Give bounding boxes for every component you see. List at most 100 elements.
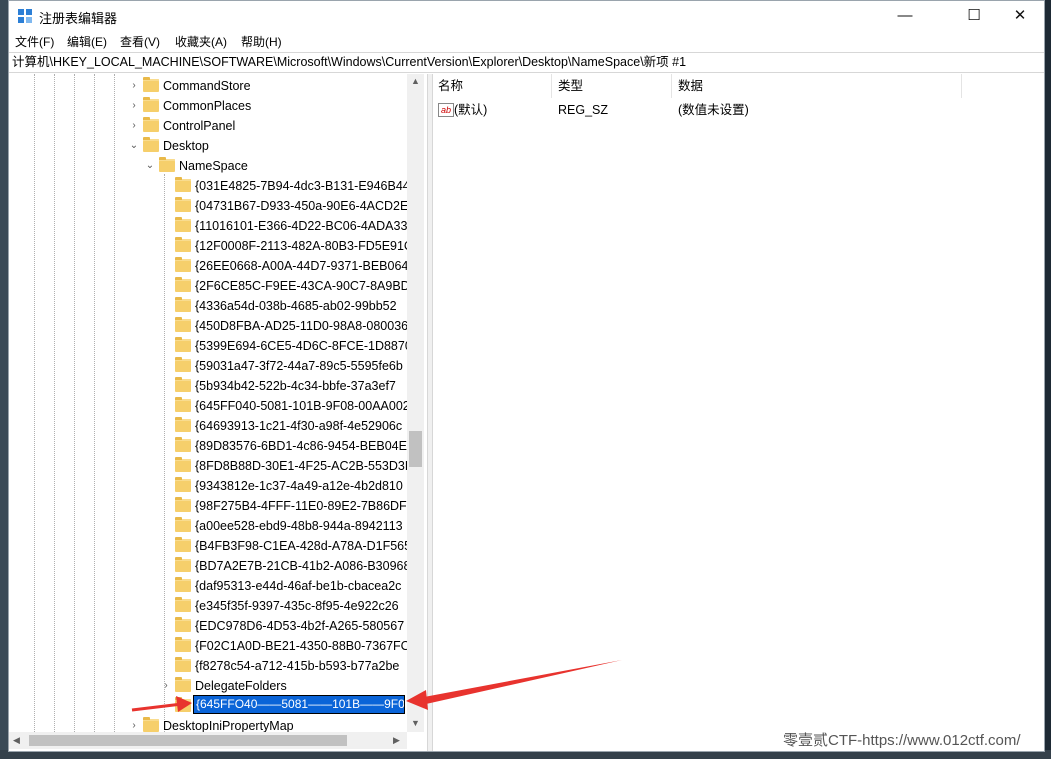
- tree-item-label: {11016101-E366-4D22-BC06-4ADA33: [195, 219, 408, 233]
- chevron-right-icon[interactable]: ›: [129, 76, 139, 96]
- tree-item-label: {64693913-1c21-4f30-a98f-4e52906c: [195, 419, 403, 433]
- folder-icon: [175, 657, 191, 672]
- scroll-left-arrow-icon[interactable]: ◀: [13, 735, 20, 746]
- folder-icon: [175, 517, 191, 532]
- scroll-up-arrow-icon[interactable]: ▲: [411, 76, 420, 86]
- folder-icon: [175, 357, 191, 372]
- folder-icon: [175, 457, 191, 472]
- tree-item-label: CommonPlaces: [163, 99, 252, 113]
- horizontal-scroll-thumb[interactable]: [29, 735, 347, 746]
- registry-editor-window: 注册表编辑器 — ☐ ✕ 文件(F) 编辑(E) 查看(V) 收藏夹(A) 帮助…: [8, 0, 1045, 752]
- folder-icon: [175, 497, 191, 512]
- folder-icon: [175, 277, 191, 292]
- maximize-button[interactable]: ☐: [951, 1, 997, 31]
- tree-item-label: {a00ee528-ebd9-48b8-944a-8942113: [195, 519, 403, 533]
- column-header-data[interactable]: 数据: [672, 74, 962, 98]
- values-list-pane: 名称 类型 数据 ab (默认) REG_SZ (数值未设置): [432, 74, 1044, 751]
- tree-item-label: {5399E694-6CE5-4D6C-8FCE-1D8870: [195, 339, 412, 353]
- value-data: (数值未设置): [678, 103, 749, 117]
- address-bar[interactable]: 计算机\HKEY_LOCAL_MACHINE\SOFTWARE\Microsof…: [9, 52, 1044, 73]
- folder-icon: [143, 717, 159, 732]
- folder-icon: [143, 97, 159, 112]
- tree-guide-line: [164, 174, 165, 734]
- tree-guide-line: [34, 74, 35, 734]
- menu-edit[interactable]: 编辑(E): [67, 33, 107, 50]
- tree-item-label: {9343812e-1c37-4a49-a12e-4b2d810: [195, 479, 403, 493]
- chevron-down-icon[interactable]: ⌄: [145, 156, 155, 176]
- menu-bar: 文件(F) 编辑(E) 查看(V) 收藏夹(A) 帮助(H): [9, 31, 1044, 51]
- menu-view[interactable]: 查看(V): [120, 33, 160, 50]
- tree-item-label: {2F6CE85C-F9EE-43CA-90C7-8A9BD5: [195, 279, 417, 293]
- value-type: REG_SZ: [558, 103, 609, 117]
- tree-item-label: {645FF040-5081-101B-9F08-00AA002: [195, 399, 410, 413]
- folder-icon: [175, 417, 191, 432]
- menu-file[interactable]: 文件(F): [15, 33, 54, 50]
- chevron-right-icon[interactable]: ›: [129, 116, 139, 136]
- tree-item-label: {031E4825-7B94-4dc3-B131-E946B44: [195, 179, 410, 193]
- window-title: 注册表编辑器: [39, 11, 118, 26]
- folder-icon: [175, 697, 191, 712]
- tree-item-label: DelegateFolders: [195, 679, 287, 693]
- folder-icon: [175, 317, 191, 332]
- title-bar: 注册表编辑器 — ☐ ✕: [9, 1, 1044, 31]
- tree-item-label: CommandStore: [163, 79, 251, 93]
- close-button[interactable]: ✕: [997, 1, 1043, 31]
- tree-item-label: ControlPanel: [163, 119, 236, 133]
- rename-key-input[interactable]: {645FFO40——5081——101B——9F0: [193, 695, 405, 714]
- value-name[interactable]: (默认): [454, 100, 487, 120]
- tree-item-label: {89D83576-6BD1-4c86-9454-BEB04E: [195, 439, 407, 453]
- tree-item-label: {98F275B4-4FFF-11E0-89E2-7B86DFD: [195, 499, 416, 513]
- tree-guide-line: [94, 74, 95, 734]
- folder-icon: [175, 257, 191, 272]
- folder-icon: [175, 337, 191, 352]
- tree-item-label: {8FD8B88D-30E1-4F25-AC2B-553D3D: [195, 459, 414, 473]
- registry-tree-pane: › CommandStore › CommonPlaces › ControlP…: [9, 74, 425, 751]
- folder-icon: [175, 397, 191, 412]
- column-header-name[interactable]: 名称: [432, 74, 552, 98]
- tree-item-label: {12F0008F-2113-482A-80B3-FD5E91C: [195, 239, 413, 253]
- folder-icon: [175, 617, 191, 632]
- ab-string-icon: ab: [438, 103, 454, 117]
- tree-item-label: Desktop: [163, 139, 209, 153]
- tree-item-label: {4336a54d-038b-4685-ab02-99bb52: [195, 299, 397, 313]
- folder-icon: [175, 477, 191, 492]
- tree-item-label: {450D8FBA-AD25-11D0-98A8-080036: [195, 319, 409, 333]
- menu-favorites[interactable]: 收藏夹(A): [175, 33, 227, 50]
- folder-icon: [175, 297, 191, 312]
- folder-icon: [175, 377, 191, 392]
- column-header-type[interactable]: 类型: [552, 74, 672, 98]
- folder-icon: [175, 677, 191, 692]
- chevron-right-icon[interactable]: ›: [161, 676, 171, 696]
- folder-icon: [175, 577, 191, 592]
- tree-item-label: {F02C1A0D-BE21-4350-88B0-7367FC: [195, 639, 410, 653]
- scroll-right-arrow-icon[interactable]: ▶: [393, 735, 400, 746]
- folder-icon: [159, 157, 175, 172]
- tree-item-label: {daf95313-e44d-46af-be1b-cbacea2c: [195, 579, 402, 593]
- minimize-button[interactable]: —: [882, 1, 928, 31]
- tree-horizontal-scrollbar[interactable]: ◀ ▶: [9, 732, 407, 749]
- tree-item-label: {5b934b42-522b-4c34-bbfe-37a3ef7: [195, 379, 396, 393]
- tree-item-label: NameSpace: [179, 159, 248, 173]
- folder-icon: [175, 237, 191, 252]
- tree-guide-line: [114, 74, 115, 734]
- folder-icon: [175, 177, 191, 192]
- folder-icon: [143, 117, 159, 132]
- folder-icon: [175, 597, 191, 612]
- tree-item-label: {59031a47-3f72-44a7-89c5-5595fe6b: [195, 359, 403, 373]
- tree-vertical-scrollbar[interactable]: ▲ ▼: [407, 74, 424, 732]
- scroll-down-arrow-icon[interactable]: ▼: [411, 718, 420, 728]
- registry-editor-icon: [18, 9, 32, 23]
- vertical-scroll-thumb[interactable]: [409, 431, 422, 467]
- tree-item-label: {f8278c54-a712-415b-b593-b77a2be: [195, 659, 400, 673]
- tree-item-label: {04731B67-D933-450a-90E6-4ACD2E: [195, 199, 409, 213]
- menu-help[interactable]: 帮助(H): [241, 33, 282, 50]
- tree-guide-line: [54, 74, 55, 734]
- folder-icon: [175, 557, 191, 572]
- chevron-down-icon[interactable]: ⌄: [129, 136, 139, 156]
- tree-item-label: {B4FB3F98-C1EA-428d-A78A-D1F565: [195, 539, 412, 553]
- folder-icon: [175, 637, 191, 652]
- folder-icon: [175, 197, 191, 212]
- tree-item-label: {EDC978D6-4D53-4b2f-A265-580567: [195, 619, 405, 633]
- tree-item-label: {e345f35f-9397-435c-8f95-4e922c26: [195, 599, 399, 613]
- chevron-right-icon[interactable]: ›: [129, 96, 139, 116]
